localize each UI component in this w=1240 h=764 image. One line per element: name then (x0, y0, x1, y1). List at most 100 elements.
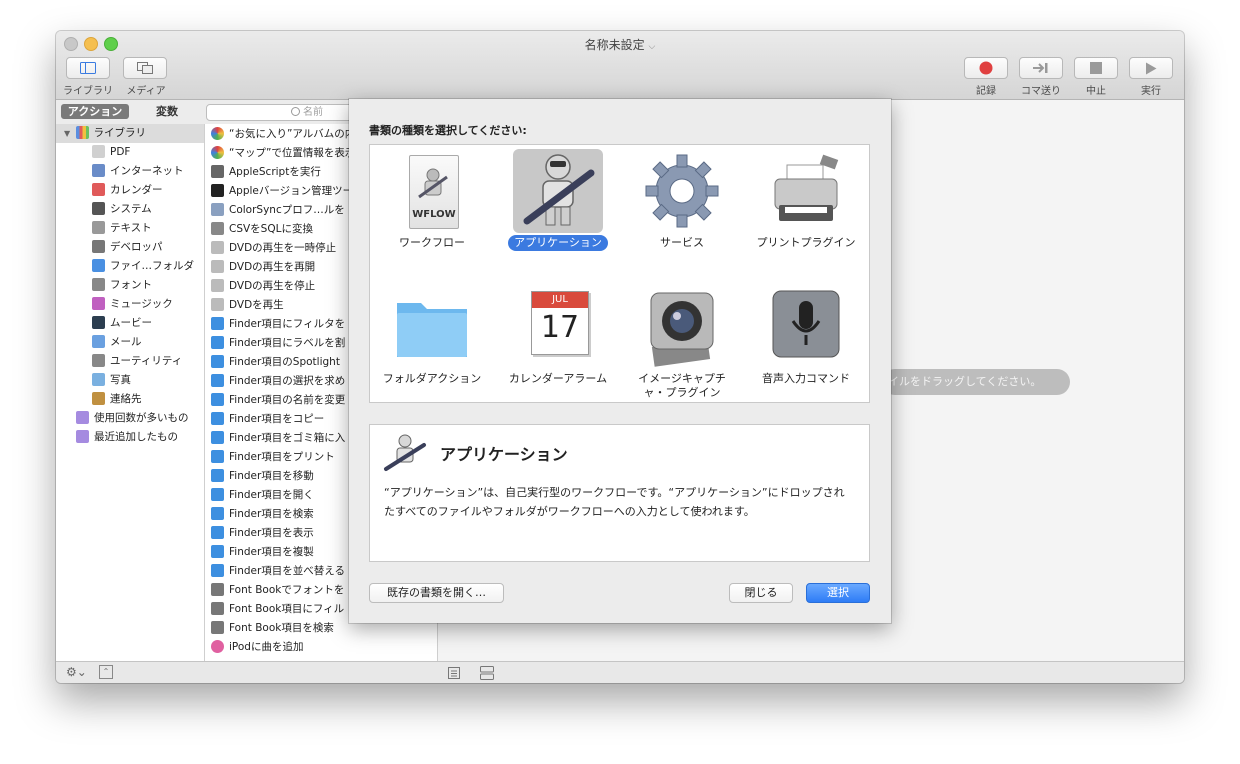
library-item[interactable]: インターネット (92, 162, 184, 181)
media-button[interactable] (123, 57, 167, 79)
library-item[interactable]: ミュージック (92, 295, 173, 314)
description-panel: アプリケーション “アプリケーション”は、自己実行型のワークフローです。“アプリ… (369, 424, 870, 562)
action-item[interactable]: ColorSyncプロフ…ルを (211, 201, 345, 220)
folder-icon (387, 285, 477, 369)
library-category-icon (92, 182, 105, 196)
library-item[interactable]: デベロッパ (92, 238, 163, 257)
run-button[interactable] (1129, 57, 1173, 79)
action-icon (211, 544, 224, 558)
stop-button[interactable] (1074, 57, 1118, 79)
action-item[interactable]: DVDの再生を停止 (211, 277, 315, 296)
action-item[interactable]: Finder項目を複製 (211, 543, 314, 562)
choose-button[interactable]: 選択 (806, 583, 870, 603)
library-item[interactable]: ファイ…フォルダ (92, 257, 194, 276)
action-icon (211, 259, 224, 273)
action-item[interactable]: Finder項目をプリント (211, 448, 335, 467)
action-icon (211, 620, 224, 634)
action-icon (211, 601, 224, 615)
action-item[interactable]: Finder項目にラベルを割 (211, 334, 345, 353)
type-dictation-command[interactable]: 音声入力コマンド (746, 285, 866, 387)
sheet-prompt: 書類の種類を選択してください: (369, 124, 527, 137)
action-item[interactable]: Font Book項目を検索 (211, 619, 334, 638)
action-item[interactable]: Finder項目を並べ替える (211, 562, 345, 581)
library-item[interactable]: PDF (92, 143, 130, 162)
type-service[interactable]: サービス (622, 149, 742, 251)
library-category-icon (92, 239, 105, 253)
library-item[interactable]: 写真 (92, 371, 131, 390)
action-item[interactable]: Finder項目を検索 (211, 505, 314, 524)
action-item[interactable]: Finder項目の名前を変更 (211, 391, 345, 410)
action-item[interactable]: AppleScriptを実行 (211, 163, 321, 182)
sidebar-icon (80, 62, 96, 74)
type-application[interactable]: アプリケーション (498, 149, 618, 251)
library-category-icon (92, 334, 105, 348)
tab-actions[interactable]: アクション (61, 104, 129, 119)
media-icon (137, 62, 153, 74)
library-root[interactable]: ▼ ライブラリ (64, 124, 146, 143)
action-item[interactable]: Finder項目をコピー (211, 410, 324, 429)
action-icon (211, 525, 224, 539)
type-calendar-alarm[interactable]: JUL 17 カレンダーアラーム (498, 285, 618, 387)
action-item[interactable]: Finder項目のSpotlight (211, 353, 340, 372)
action-item[interactable]: Font Book項目にフィル (211, 600, 344, 619)
action-item[interactable]: Font Bookでフォントを (211, 581, 344, 600)
gear-menu-icon[interactable]: ⚙⌄ (66, 665, 87, 679)
action-item[interactable]: DVDを再生 (211, 296, 284, 315)
smart-group-item[interactable]: 最近追加したもの (76, 428, 178, 447)
library-item[interactable]: ムービー (92, 314, 152, 333)
close-button[interactable]: 閉じる (729, 583, 793, 603)
library-item[interactable]: 連絡先 (92, 390, 142, 409)
record-label: 記録 (976, 86, 996, 97)
camera-icon (637, 285, 727, 369)
type-workflow[interactable]: WFLOW ワークフロー (372, 149, 492, 251)
library-item[interactable]: メール (92, 333, 142, 352)
library-toggle-button[interactable] (66, 57, 110, 79)
disclosure-triangle-icon[interactable]: ▼ (64, 129, 70, 138)
smart-folder-icon (76, 429, 89, 443)
action-item[interactable]: Appleバージョン管理ツー (211, 182, 353, 201)
record-button[interactable] (964, 57, 1008, 79)
action-item[interactable]: “お気に入り”アルバムの内 (211, 125, 355, 144)
step-button[interactable] (1019, 57, 1063, 79)
library-category-icon (92, 391, 105, 405)
library-item[interactable]: テキスト (92, 219, 152, 238)
window-title[interactable]: 名称未設定 ⌵ (56, 36, 1184, 53)
library-item[interactable]: フォント (92, 276, 152, 295)
action-item[interactable]: DVDの再生を再開 (211, 258, 315, 277)
action-icon (211, 164, 224, 178)
tab-variables[interactable]: 変数 (142, 104, 192, 119)
action-item[interactable]: Finder項目を移動 (211, 467, 314, 486)
action-item[interactable]: Finder項目にフィルタを (211, 315, 345, 334)
library-item[interactable]: カレンダー (92, 181, 163, 200)
description-text: “アプリケーション”は、自己実行型のワークフローです。“アプリケーション”にドロ… (384, 486, 845, 518)
library-item[interactable]: システム (92, 200, 152, 219)
action-icon (211, 202, 224, 216)
library-category-icon (92, 258, 105, 272)
bottom-bar: ⚙⌄ ⌃ (56, 661, 1184, 683)
action-icon (211, 468, 224, 482)
library-category-icon (92, 277, 105, 291)
action-item[interactable]: Finder項目の選択を求め (211, 372, 345, 391)
list-view-icon[interactable] (448, 667, 460, 679)
type-image-capture-plugin[interactable]: イメージキャプチ ャ・プラグイン (622, 285, 742, 401)
library-category-icon (92, 220, 105, 234)
action-icon (211, 373, 224, 387)
library-item[interactable]: ユーティリティ (92, 352, 182, 371)
log-view-icon[interactable] (480, 666, 494, 680)
action-icon (211, 582, 224, 596)
type-folder-action[interactable]: フォルダアクション (372, 285, 492, 387)
action-item[interactable]: “マップ”で位置情報を表示 (211, 144, 355, 163)
action-item[interactable]: Finder項目を開く (211, 486, 314, 505)
open-existing-button[interactable]: 既存の書類を開く… (369, 583, 504, 603)
smart-group-item[interactable]: 使用回数が多いもの (76, 409, 189, 428)
action-item[interactable]: DVDの再生を一時停止 (211, 239, 336, 258)
action-item[interactable]: CSVをSQLに変換 (211, 220, 313, 239)
toggle-description-icon[interactable]: ⌃ (99, 665, 113, 679)
search-input[interactable]: 名前 (206, 104, 366, 121)
action-icon (211, 335, 224, 349)
run-label: 実行 (1141, 86, 1161, 97)
action-item[interactable]: iPodに曲を追加 (211, 638, 303, 657)
action-item[interactable]: Finder項目を表示 (211, 524, 314, 543)
action-item[interactable]: Finder項目をゴミ箱に入 (211, 429, 345, 448)
type-print-plugin[interactable]: プリントプラグイン (746, 149, 866, 251)
